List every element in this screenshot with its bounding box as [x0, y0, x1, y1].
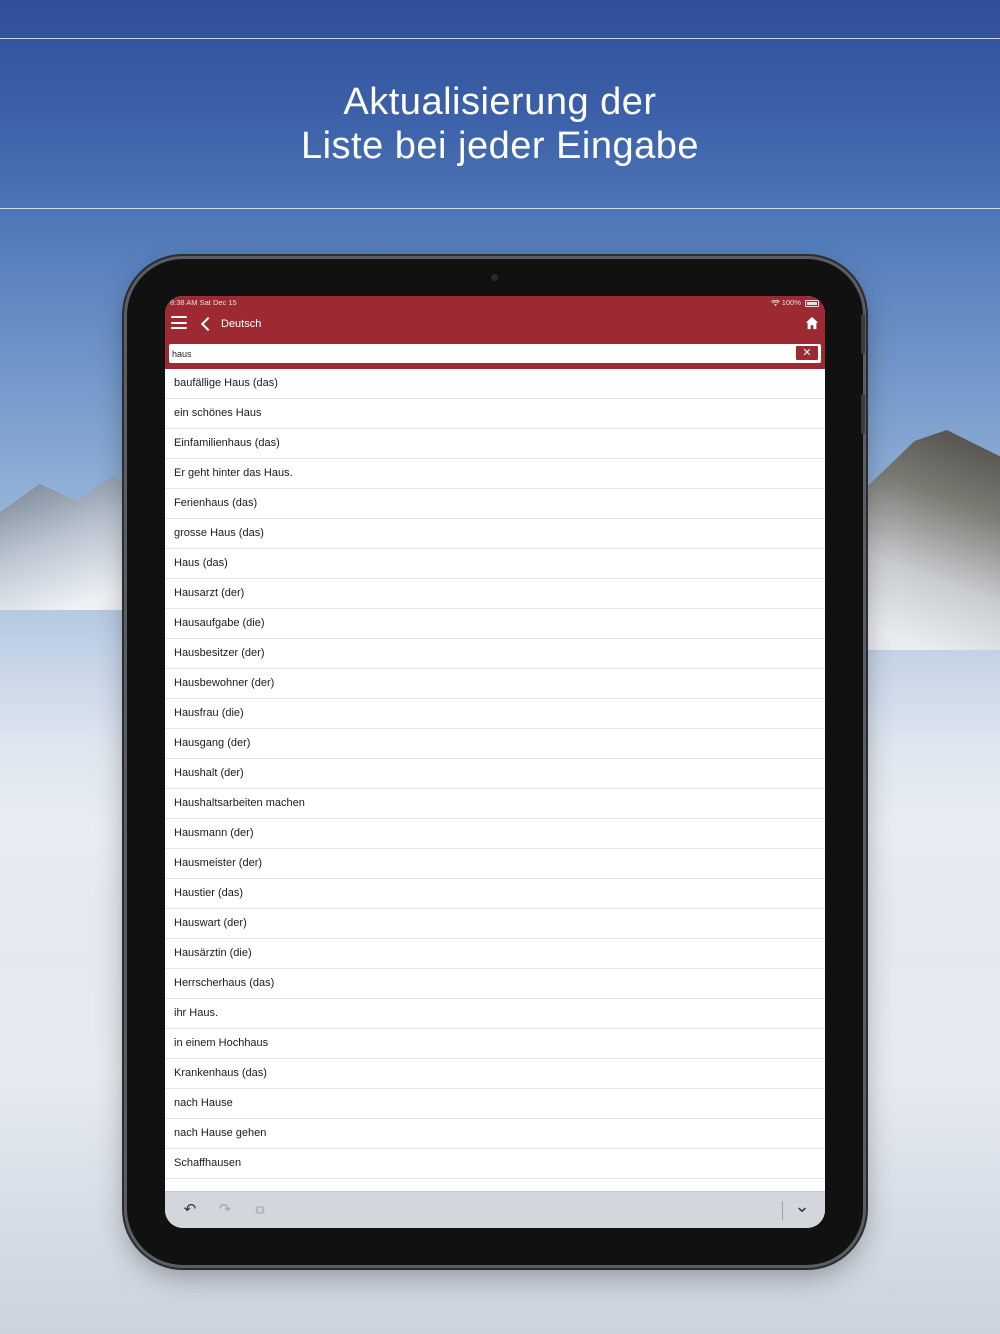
nav-row: Deutsch [165, 310, 825, 340]
volume-down-button [861, 394, 865, 434]
page-headline: Aktualisierung der Liste bei jeder Einga… [0, 80, 1000, 168]
list-item[interactable]: Herrscherhaus (das) [165, 969, 825, 999]
list-item[interactable]: Einfamilienhaus (das) [165, 429, 825, 459]
list-item[interactable]: nach Hause gehen [165, 1119, 825, 1149]
list-item[interactable]: grosse Haus (das) [165, 519, 825, 549]
search-input[interactable] [169, 344, 792, 363]
list-item[interactable]: in einem Hochhaus [165, 1029, 825, 1059]
list-item[interactable]: Er geht hinter das Haus. [165, 459, 825, 489]
list-item[interactable]: nach Hause [165, 1089, 825, 1119]
camera [491, 274, 498, 281]
list-item[interactable]: baufällige Haus (das) [165, 369, 825, 399]
home-icon[interactable] [805, 316, 819, 330]
keyboard-shortcut-bar: ↶ ↷ ⧉ ⌄ [165, 1191, 825, 1228]
app-header: 8:38 AM Sat Dec 15 100% Deutsch haus ✕ [165, 296, 825, 369]
hamburger-icon[interactable] [171, 316, 187, 330]
list-item[interactable]: Krankenhaus (das) [165, 1059, 825, 1089]
list-item[interactable]: Haus (das) [165, 549, 825, 579]
list-item[interactable]: ihr Haus. [165, 999, 825, 1029]
list-item[interactable]: Schaffhausen [165, 1149, 825, 1179]
list-item[interactable]: Hausgang (der) [165, 729, 825, 759]
list-item[interactable]: Hausbesitzer (der) [165, 639, 825, 669]
list-item[interactable]: Haushaltsarbeiten machen [165, 789, 825, 819]
search-bar: ✕ [169, 344, 821, 363]
results-list[interactable]: baufällige Haus (das) ein schönes Haus Ein… [165, 369, 825, 1191]
divider-bottom [0, 208, 1000, 209]
volume-up-button [861, 314, 865, 354]
headline-line-2: Liste bei jeder Eingabe [300, 125, 700, 167]
divider-top [0, 38, 1000, 39]
list-item[interactable]: ein schönes Haus [165, 399, 825, 429]
battery-percent: 100% [781, 298, 801, 307]
list-item[interactable]: Ferienhaus (das) [165, 489, 825, 519]
battery-icon [805, 299, 819, 307]
list-item[interactable]: Hausarzt (der) [165, 579, 825, 609]
undo-icon[interactable]: ↶ [181, 1201, 199, 1219]
list-item[interactable]: Haushalt (der) [165, 759, 825, 789]
list-item[interactable]: Hauswart (der) [165, 909, 825, 939]
list-item[interactable]: Hausfrau (die) [165, 699, 825, 729]
tablet-frame: 8:38 AM Sat Dec 15 100% Deutsch haus ✕ b… [127, 259, 865, 1265]
chevron-down-icon[interactable]: ⌄ [793, 1197, 811, 1215]
list-item[interactable]: Hausmeister (der) [165, 849, 825, 879]
toolbar-separator [782, 1201, 783, 1220]
list-item[interactable]: Hausärztin (die) [165, 939, 825, 969]
redo-icon[interactable]: ↷ [216, 1201, 234, 1219]
chevron-left-icon[interactable] [199, 316, 213, 332]
status-right: 100% [770, 298, 819, 307]
list-item[interactable]: Hausbewohner (der) [165, 669, 825, 699]
list-item[interactable]: Haustier (das) [165, 879, 825, 909]
list-item[interactable]: Hausaufgabe (die) [165, 609, 825, 639]
headline-line-1: Aktualisierung der [343, 81, 657, 123]
nav-title: Deutsch [221, 318, 262, 330]
status-bar: 8:38 AM Sat Dec 15 100% [165, 296, 825, 309]
clear-search-button[interactable]: ✕ [796, 346, 818, 360]
app-screen: 8:38 AM Sat Dec 15 100% Deutsch haus ✕ b… [165, 296, 825, 1228]
paste-icon[interactable]: ⧉ [251, 1201, 269, 1219]
status-time: 8:38 AM Sat Dec 15 [170, 298, 237, 307]
list-item[interactable]: Hausmann (der) [165, 819, 825, 849]
wifi-icon [770, 299, 780, 306]
